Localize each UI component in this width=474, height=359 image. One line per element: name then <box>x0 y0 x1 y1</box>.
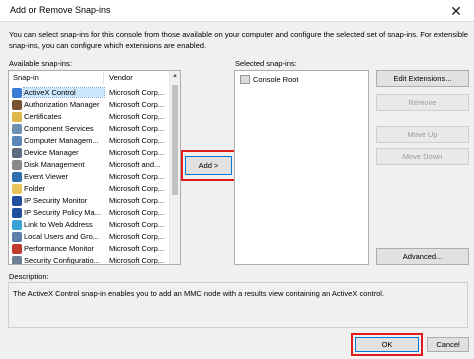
ok-button[interactable]: OK <box>355 337 419 352</box>
snapin-name: Computer Managem... <box>24 136 99 145</box>
description-box: The ActiveX Control snap-in enables you … <box>8 282 468 328</box>
selected-snapins-list[interactable]: Console Root <box>234 70 369 265</box>
event-icon <box>12 172 22 182</box>
device-icon <box>12 148 22 158</box>
snapin-name: Authorization Manager <box>24 100 100 109</box>
close-icon[interactable]: ✕ <box>442 1 470 21</box>
available-snapins-list[interactable]: Snap-in Vendor ActiveX Control Microsoft … <box>8 70 181 265</box>
snapin-row[interactable]: ActiveX Control Microsoft Corp... <box>9 87 171 99</box>
snapin-name: Performance Monitor <box>24 244 95 253</box>
column-header-vendor[interactable]: Vendor <box>109 73 133 82</box>
component-icon <box>12 124 22 134</box>
snapin-vendor: Microsoft Corp... <box>109 196 165 205</box>
snapin-row[interactable]: Event Viewer Microsoft Corp... <box>9 171 171 183</box>
snapin-rows: ActiveX Control Microsoft Corp... Authoriz… <box>9 87 171 265</box>
column-header-snapin[interactable]: Snap-in <box>13 73 39 82</box>
description-text: The ActiveX Control snap-in enables you … <box>13 289 385 298</box>
title-bar: Add or Remove Snap-ins ✕ <box>0 0 474 22</box>
snapin-row[interactable]: Local Users and Gro... Microsoft Corp... <box>9 231 171 243</box>
activex-icon <box>12 88 22 98</box>
snapin-name: Security Configuratio... <box>24 256 100 265</box>
snapin-row[interactable]: IP Security Policy Ma... Microsoft Corp..… <box>9 207 171 219</box>
users-icon <box>12 232 22 242</box>
web-link-icon <box>12 220 22 230</box>
performance-icon <box>12 244 22 254</box>
snapin-name: Local Users and Gro... <box>24 232 100 241</box>
snapin-name: ActiveX Control <box>23 87 105 98</box>
intro-text: You can select snap-ins for this console… <box>9 30 468 50</box>
snapin-row[interactable]: Performance Monitor Microsoft Corp... <box>9 243 171 255</box>
column-divider[interactable] <box>103 72 104 84</box>
snapin-name: Certificates <box>24 112 62 121</box>
computer-icon <box>12 136 22 146</box>
description-label: Description: <box>9 272 49 281</box>
add-button[interactable]: Add > <box>185 156 232 175</box>
snapin-vendor: Microsoft Corp... <box>109 256 165 265</box>
window-title: Add or Remove Snap-ins <box>10 5 111 15</box>
snapin-name: IP Security Policy Ma... <box>24 208 101 217</box>
snapin-row[interactable]: IP Security Monitor Microsoft Corp... <box>9 195 171 207</box>
snapin-row[interactable]: Folder Microsoft Corp... <box>9 183 171 195</box>
snapin-name: Component Services <box>24 124 94 133</box>
move-down-button[interactable]: Move Down <box>376 148 469 165</box>
move-up-button[interactable]: Move Up <box>376 126 469 143</box>
snapin-vendor: Microsoft Corp... <box>109 148 165 157</box>
ipsec-policy-icon <box>12 208 22 218</box>
snapin-vendor: Microsoft Corp... <box>109 100 165 109</box>
snapin-vendor: Microsoft Corp... <box>109 88 165 97</box>
snapin-vendor: Microsoft Corp... <box>109 124 165 133</box>
disk-icon <box>12 160 22 170</box>
snapin-name: Device Manager <box>24 148 79 157</box>
snapin-vendor: Microsoft Corp... <box>109 208 165 217</box>
snapin-vendor: Microsoft Corp... <box>109 220 165 229</box>
snapin-vendor: Microsoft Corp... <box>109 136 165 145</box>
vertical-scrollbar[interactable]: ▲ <box>169 71 180 264</box>
security-config-icon <box>12 256 22 264</box>
certificate-icon <box>12 112 22 122</box>
edit-extensions-button[interactable]: Edit Extensions... <box>376 70 469 87</box>
snapin-row[interactable]: Device Manager Microsoft Corp... <box>9 147 171 159</box>
snapin-row[interactable]: Certificates Microsoft Corp... <box>9 111 171 123</box>
snapin-name: Link to Web Address <box>24 220 93 229</box>
authorization-icon <box>12 100 22 110</box>
ipsec-monitor-icon <box>12 196 22 206</box>
snapin-vendor: Microsoft Corp... <box>109 184 165 193</box>
list-header: Snap-in Vendor <box>9 71 169 85</box>
scroll-up-icon[interactable]: ▲ <box>172 73 178 79</box>
snapin-name: Folder <box>24 184 46 193</box>
snapin-row[interactable]: Computer Managem... Microsoft Corp... <box>9 135 171 147</box>
remove-button[interactable]: Remove <box>376 94 469 111</box>
console-root-icon <box>240 75 250 84</box>
cancel-button[interactable]: Cancel <box>427 337 469 352</box>
snapin-name: Event Viewer <box>24 172 69 181</box>
available-snapins-label: Available snap-ins: <box>9 59 72 68</box>
advanced-button[interactable]: Advanced... <box>376 248 469 265</box>
scrollbar-thumb[interactable] <box>172 85 178 195</box>
snapin-row[interactable]: Authorization Manager Microsoft Corp... <box>9 99 171 111</box>
console-root-label: Console Root <box>253 75 299 84</box>
snapin-name: Disk Management <box>24 160 85 169</box>
snapin-vendor: Microsoft Corp... <box>109 244 165 253</box>
snapin-row[interactable]: Component Services Microsoft Corp... <box>9 123 171 135</box>
snapin-name: IP Security Monitor <box>24 196 88 205</box>
snapin-vendor: Microsoft Corp... <box>109 172 165 181</box>
snapin-vendor: Microsoft Corp... <box>109 112 165 121</box>
snapin-vendor: Microsoft Corp... <box>109 232 165 241</box>
snapin-row[interactable]: Security Configuratio... Microsoft Corp..… <box>9 255 171 265</box>
snapin-row[interactable]: Disk Management Microsoft and... <box>9 159 171 171</box>
snapin-vendor: Microsoft and... <box>109 160 161 169</box>
folder-icon <box>12 184 22 194</box>
snapin-row[interactable]: Link to Web Address Microsoft Corp... <box>9 219 171 231</box>
selected-snapins-label: Selected snap-ins: <box>235 59 297 68</box>
